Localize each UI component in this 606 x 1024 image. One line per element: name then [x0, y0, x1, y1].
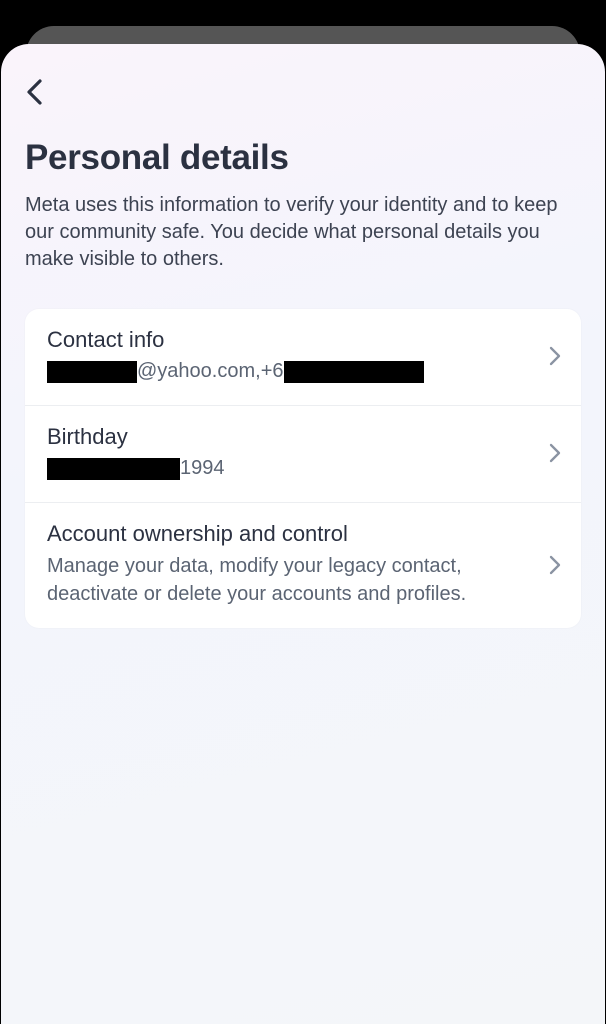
- birthday-item[interactable]: Birthday 1994: [25, 405, 581, 502]
- list-item-content: Birthday 1994: [47, 424, 535, 482]
- chevron-right-icon: [549, 346, 561, 366]
- account-ownership-description: Manage your data, modify your legacy con…: [47, 552, 535, 608]
- contact-info-item[interactable]: Contact info @yahoo.com, +6: [25, 309, 581, 405]
- contact-info-title: Contact info: [47, 327, 535, 353]
- birthday-year-text: 1994: [180, 455, 225, 482]
- contact-info-value: @yahoo.com, +6: [47, 358, 535, 385]
- settings-sheet: Personal details Meta uses this informat…: [1, 44, 605, 1024]
- chevron-left-icon: [25, 78, 45, 106]
- birthday-value: 1994: [47, 455, 535, 482]
- redacted-birthdate: [47, 458, 180, 480]
- redacted-email-local: [47, 361, 137, 383]
- account-ownership-item[interactable]: Account ownership and control Manage you…: [25, 502, 581, 628]
- chevron-right-icon: [549, 555, 561, 575]
- page-description: Meta uses this information to verify you…: [25, 192, 581, 273]
- settings-card: Contact info @yahoo.com, +6 Birthday 199…: [25, 309, 581, 628]
- email-domain-text: @yahoo.com,: [137, 358, 261, 385]
- list-item-content: Account ownership and control Manage you…: [47, 521, 535, 608]
- back-button[interactable]: [25, 72, 65, 112]
- account-ownership-title: Account ownership and control: [47, 521, 535, 547]
- birthday-title: Birthday: [47, 424, 535, 450]
- phone-prefix-text: +6: [261, 358, 284, 385]
- redacted-phone: [284, 361, 424, 383]
- page-title: Personal details: [25, 138, 581, 178]
- list-item-content: Contact info @yahoo.com, +6: [47, 327, 535, 385]
- chevron-right-icon: [549, 443, 561, 463]
